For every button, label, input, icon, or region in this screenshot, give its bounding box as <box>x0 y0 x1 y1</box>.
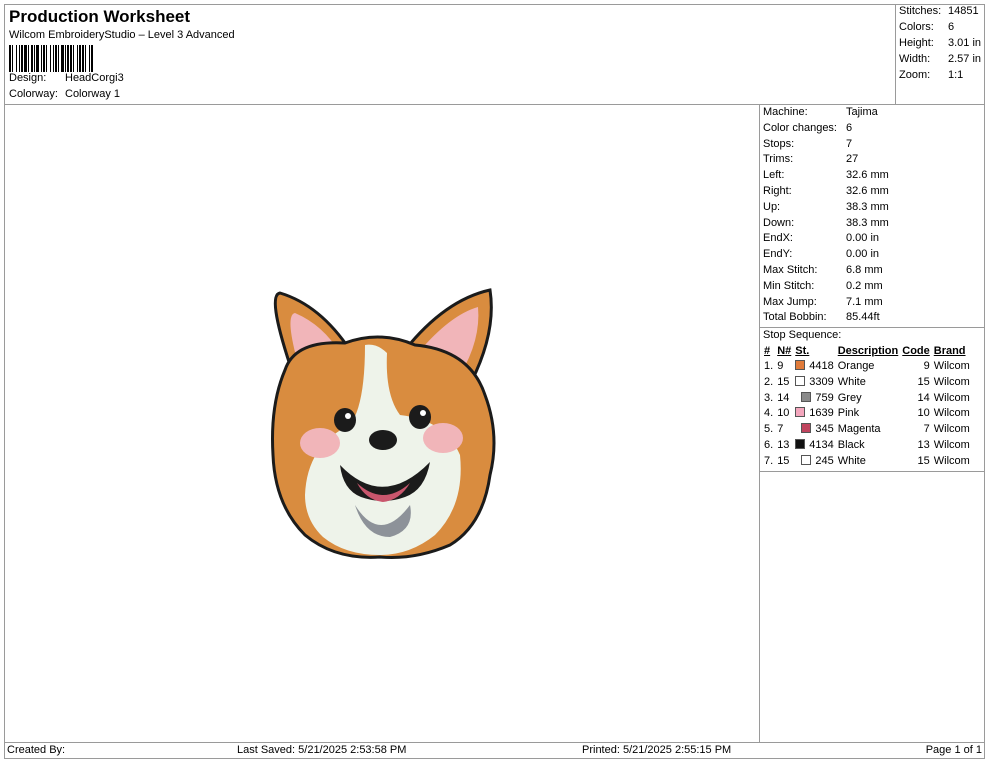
colorway-row: Colorway: Colorway 1 <box>9 88 120 100</box>
page-number: Page 1 of 1 <box>925 744 982 756</box>
machine-info-row: Min Stitch: 0.2 mm <box>763 279 883 292</box>
corgi-embroidery-image <box>271 288 496 559</box>
machine-info-row: Right: 32.6 mm <box>763 184 889 197</box>
design-preview-area <box>5 105 759 742</box>
preview-divider <box>759 104 760 743</box>
machine-info-row: Color changes: 6 <box>763 121 853 134</box>
machine-info-row: Left: 32.6 mm <box>763 169 889 182</box>
stop-sequence-title: Stop Sequence: <box>763 329 842 342</box>
page-title: Production Worksheet <box>9 7 191 26</box>
machine-info-row: Max Stitch: 6.8 mm <box>763 263 883 276</box>
col-code: Code <box>902 344 930 357</box>
created-by: Created By: <box>7 744 66 756</box>
colorway-label: Colorway: <box>9 88 58 100</box>
design-label: Design: <box>9 72 47 84</box>
stop-sequence-row: 6. 13 4134 Black 13 Wilcom <box>764 438 970 451</box>
summary-row: Stitches: 14851 <box>899 5 979 17</box>
color-swatch <box>801 423 812 434</box>
machine-info-row: Trims: 27 <box>763 153 859 166</box>
barcode-image <box>9 45 93 72</box>
worksheet-footer: Created By: Last Saved: 5/21/2025 2:53:5… <box>5 743 984 758</box>
worksheet-header: Production Worksheet Wilcom EmbroiderySt… <box>5 5 895 104</box>
machine-info-panel: Machine: Tajima Color changes: 6 Stops: 7 Trim… <box>760 105 984 472</box>
stop-sequence-row: 2. 15 3309 White 15 Wilcom <box>764 375 970 388</box>
summary-row: Colors: 6 <box>899 21 955 33</box>
summary-row: Width: 2.57 in <box>899 53 982 65</box>
machine-info-row: Total Bobbin: 85.44ft <box>763 311 880 324</box>
stop-sequence-row: 7. 15 245 White 15 Wilcom <box>764 454 970 467</box>
col-description: Description <box>837 344 899 357</box>
machine-info-row: EndX: 0.00 in <box>763 232 880 245</box>
col-stitches: St. <box>795 344 810 357</box>
last-saved: Last Saved: 5/21/2025 2:53:58 PM <box>237 744 407 756</box>
machine-info-row: Max Jump: 7.1 mm <box>763 295 883 308</box>
col-num: # <box>764 344 771 357</box>
color-swatch <box>801 391 812 402</box>
color-swatch <box>801 454 812 465</box>
machine-info-row: Stops: 7 <box>763 137 853 150</box>
software-subtitle: Wilcom EmbroideryStudio – Level 3 Advanc… <box>9 29 235 41</box>
color-swatch <box>795 438 806 449</box>
color-swatch <box>795 375 806 386</box>
machine-info-row: Up: 38.3 mm <box>763 200 889 213</box>
col-brand: Brand <box>933 344 966 357</box>
summary-panel: Stitches: 14851 Colors: 6 Height: 3.01 in W… <box>896 5 984 104</box>
col-needle: N# <box>777 344 792 357</box>
colorway-value: Colorway 1 <box>65 88 121 100</box>
color-swatch <box>795 359 806 370</box>
machine-info-row: Down: 38.3 mm <box>763 216 889 229</box>
stop-sequence-row: 1. 9 4418 Orange 9 Wilcom <box>764 359 970 372</box>
machine-info-row: Machine: Tajima <box>763 106 878 118</box>
summary-row: Height: 3.01 in <box>899 37 982 49</box>
stop-sequence-table: # N# St. Description Code Brand 1. 9 4418 O… <box>762 344 972 470</box>
stop-sequence-row: 4. 10 1639 Pink 10 Wilcom <box>764 407 970 420</box>
color-swatch <box>795 407 806 418</box>
machine-info-row: EndY: 0.00 in <box>763 248 880 261</box>
design-value: HeadCorgi3 <box>65 72 124 84</box>
stop-sequence-row: 5. 7 345 Magenta 7 Wilcom <box>764 423 970 436</box>
design-name-row: Design: HeadCorgi3 <box>9 72 124 84</box>
stop-sequence-row: 3. 14 759 Grey 14 Wilcom <box>764 391 970 404</box>
printed-date: Printed: 5/21/2025 2:55:15 PM <box>582 744 732 756</box>
summary-row: Zoom: 1:1 <box>899 69 964 81</box>
